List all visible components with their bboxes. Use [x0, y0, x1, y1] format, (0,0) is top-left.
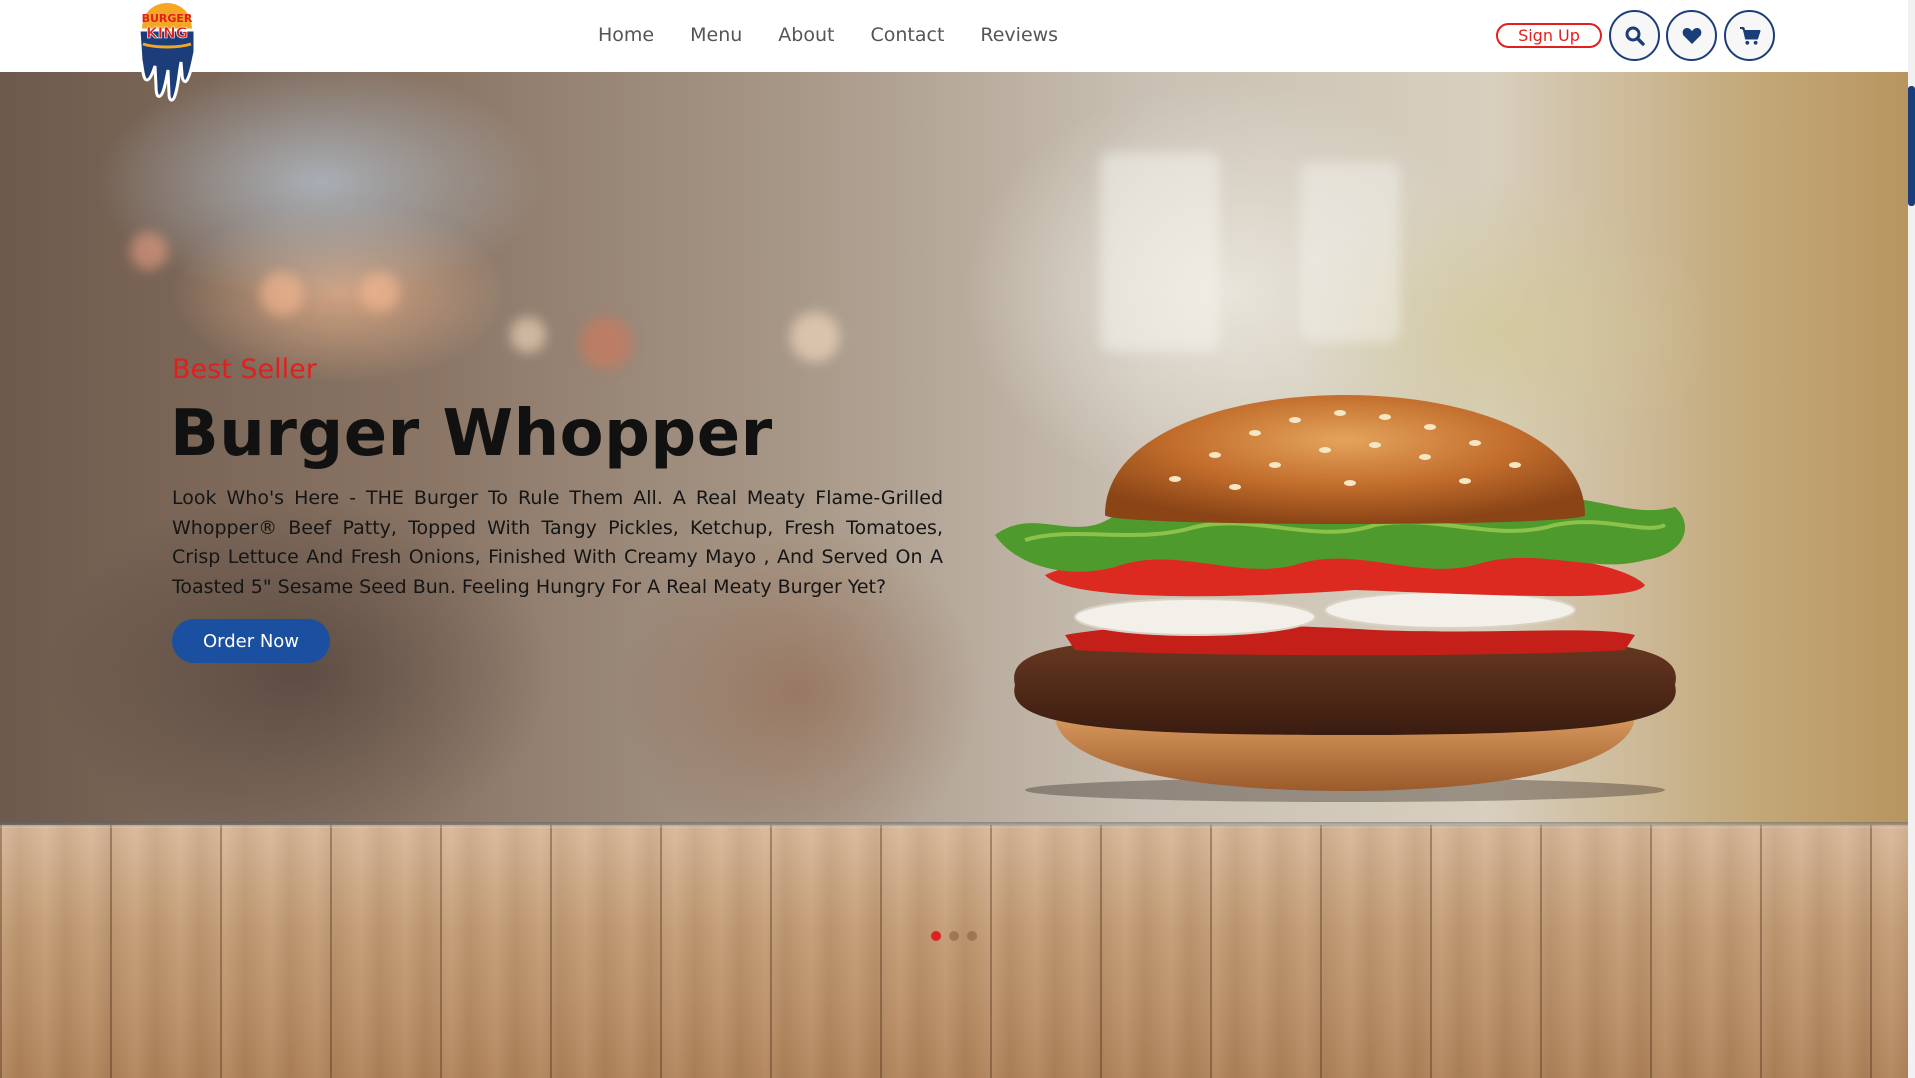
bokeh-light [130, 232, 168, 270]
cart-button[interactable] [1724, 10, 1775, 61]
order-now-button[interactable]: Order Now [172, 619, 330, 663]
whopper-burger-image [995, 395, 1685, 802]
bokeh-light [360, 272, 400, 312]
heart-icon [1682, 27, 1701, 44]
bokeh-light [1100, 152, 1220, 352]
carousel-dot-3[interactable] [967, 931, 977, 941]
carousel-dot-1[interactable] [931, 931, 941, 941]
carousel-dots [931, 931, 977, 941]
hero-title: Burger Whopper [170, 397, 773, 471]
hero-description: Look Who's Here - THE Burger To Rule The… [172, 487, 943, 598]
nav-link-home[interactable]: Home [598, 22, 654, 48]
nav-link-about[interactable]: About [778, 22, 834, 48]
wishlist-button[interactable] [1666, 10, 1717, 61]
bokeh-light [790, 312, 840, 362]
wooden-table-background [0, 825, 1908, 1078]
hero-kicker: Best Seller [172, 354, 317, 385]
cart-icon [1739, 26, 1760, 45]
table-edge [0, 822, 1908, 828]
bokeh-light [1300, 162, 1400, 342]
navbar: Home Menu About Contact Reviews Sign Up [0, 0, 1908, 72]
bokeh-light [260, 272, 304, 316]
bokeh-light [510, 317, 546, 353]
scrollbar-thumb[interactable] [1908, 86, 1915, 206]
burger-king-logo[interactable]: BURGER KING [135, 0, 199, 110]
sign-up-button[interactable]: Sign Up [1496, 23, 1602, 48]
bokeh-light [580, 317, 632, 369]
search-button[interactable] [1609, 10, 1660, 61]
search-icon [1625, 26, 1645, 46]
nav-link-reviews[interactable]: Reviews [980, 22, 1058, 48]
nav-link-contact[interactable]: Contact [870, 22, 944, 48]
nav-links: Home Menu About Contact Reviews [598, 22, 1058, 48]
logo-text-king: KING [146, 24, 188, 42]
nav-link-menu[interactable]: Menu [690, 22, 742, 48]
carousel-dot-2[interactable] [949, 931, 959, 941]
